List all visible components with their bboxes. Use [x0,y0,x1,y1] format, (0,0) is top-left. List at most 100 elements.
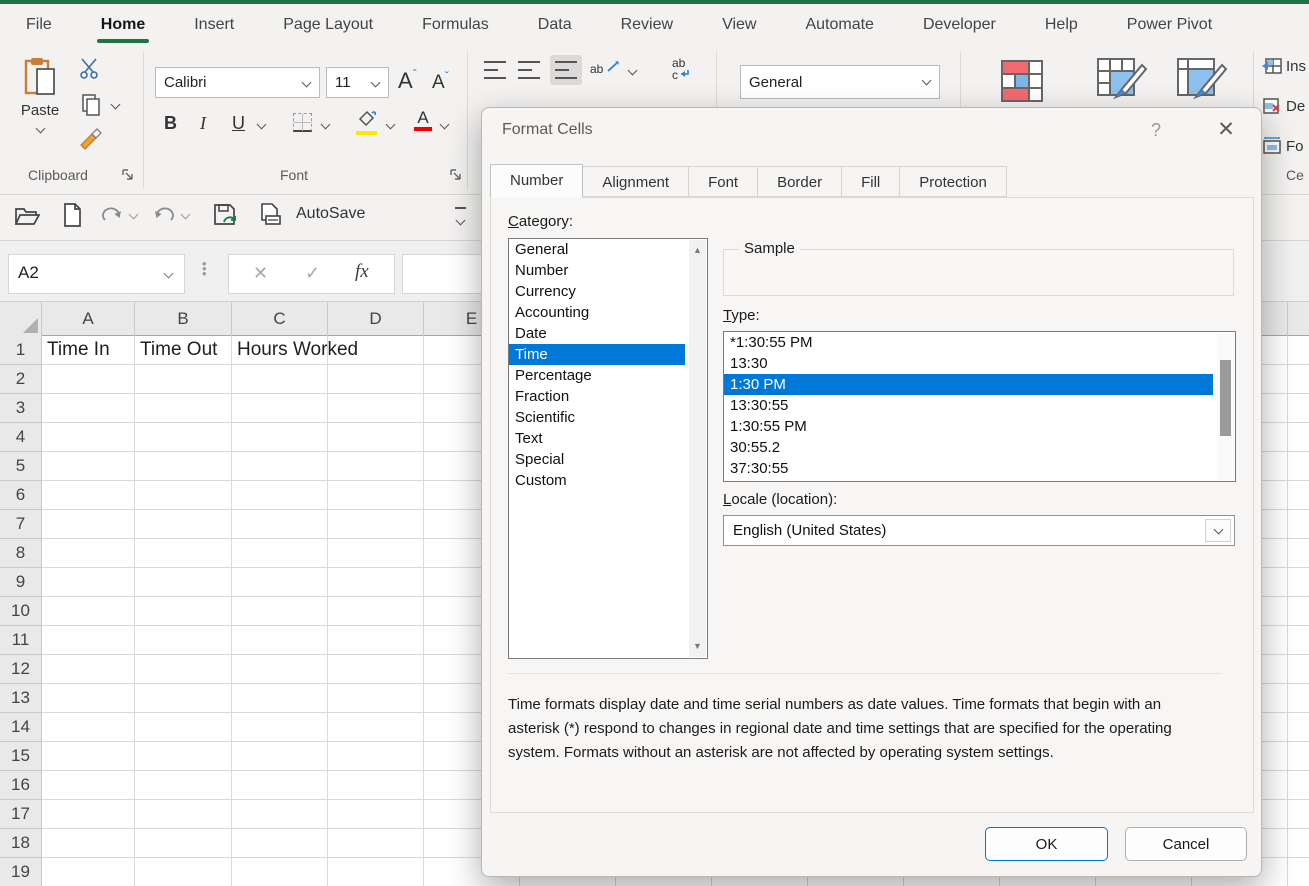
row-header-1[interactable]: 1 [0,336,42,365]
cell-D16[interactable] [328,771,424,800]
category-option-fraction[interactable]: Fraction [509,386,707,407]
category-option-percentage[interactable]: Percentage [509,365,707,386]
cell-D11[interactable] [328,626,424,655]
cell-B6[interactable] [135,481,232,510]
cell-B14[interactable] [135,713,232,742]
ribbon-tab-automate[interactable]: Automate [803,10,875,40]
cell-N4[interactable] [1288,423,1309,452]
category-option-accounting[interactable]: Accounting [509,302,707,323]
type-scrollbar[interactable] [1217,333,1234,480]
cell-B19[interactable] [135,858,232,886]
fill-color-button[interactable] [356,109,378,135]
row-header-3[interactable]: 3 [0,394,42,423]
cell-B3[interactable] [135,394,232,423]
cell-N7[interactable] [1288,510,1309,539]
font-dialog-launcher-icon[interactable] [450,169,462,181]
row-header-2[interactable]: 2 [0,365,42,394]
cell-D12[interactable] [328,655,424,684]
row-header-7[interactable]: 7 [0,510,42,539]
row-header-11[interactable]: 11 [0,626,42,655]
category-option-scientific[interactable]: Scientific [509,407,707,428]
row-header-4[interactable]: 4 [0,423,42,452]
italic-button[interactable]: I [200,113,206,134]
cell-D9[interactable] [328,568,424,597]
cell-A4[interactable] [42,423,135,452]
cell-B4[interactable] [135,423,232,452]
cell-A14[interactable] [42,713,135,742]
row-header-13[interactable]: 13 [0,684,42,713]
cell-D8[interactable] [328,539,424,568]
paste-dropdown-icon[interactable] [35,124,45,134]
undo-dropdown-icon[interactable] [181,210,191,220]
ribbon-tab-home[interactable]: Home [99,10,147,40]
cell-C5[interactable] [232,452,328,481]
name-box[interactable]: A2 [8,254,185,294]
row-header-10[interactable]: 10 [0,597,42,626]
column-header-C[interactable]: C [232,302,328,336]
cell-C8[interactable] [232,539,328,568]
cell-B1[interactable]: Time Out [135,336,232,365]
bold-button[interactable]: B [164,113,177,134]
cell-B8[interactable] [135,539,232,568]
ribbon-tab-power-pivot[interactable]: Power Pivot [1125,10,1214,40]
category-option-custom[interactable]: Custom [509,470,707,491]
cell-B13[interactable] [135,684,232,713]
cell-N17[interactable] [1288,800,1309,829]
cell-C14[interactable] [232,713,328,742]
orientation-button[interactable]: ab [590,59,622,78]
conditional-formatting-icon[interactable] [998,57,1046,105]
cell-A2[interactable] [42,365,135,394]
cell-A17[interactable] [42,800,135,829]
cell-A10[interactable] [42,597,135,626]
fill-color-dropdown-icon[interactable] [386,120,396,130]
row-header-12[interactable]: 12 [0,655,42,684]
type-option-2[interactable]: 1:30 PM [724,374,1213,395]
column-header-N[interactable]: N [1288,302,1309,336]
column-header-B[interactable]: B [135,302,232,336]
cell-D6[interactable] [328,481,424,510]
select-all-button[interactable] [0,302,42,336]
category-option-currency[interactable]: Currency [509,281,707,302]
cell-D2[interactable] [328,365,424,394]
cell-B9[interactable] [135,568,232,597]
formula-bar-splitter[interactable]: ••• [202,261,207,276]
print-preview-icon[interactable] [258,202,282,233]
cell-A5[interactable] [42,452,135,481]
dialog-tab-font[interactable]: Font [688,166,758,197]
wrap-text-button[interactable]: ab c [672,57,690,81]
cell-N8[interactable] [1288,539,1309,568]
cell-A16[interactable] [42,771,135,800]
column-header-D[interactable]: D [328,302,424,336]
type-option-5[interactable]: 30:55.2 [724,437,1235,458]
format-as-table-icon[interactable] [1096,57,1148,105]
ok-button[interactable]: OK [985,827,1108,861]
cell-N6[interactable] [1288,481,1309,510]
cell-D13[interactable] [328,684,424,713]
enter-entry-icon[interactable]: ✓ [305,263,320,284]
cell-D19[interactable] [328,858,424,886]
cell-A3[interactable] [42,394,135,423]
type-option-0[interactable]: *1:30:55 PM [724,332,1235,353]
cell-D18[interactable] [328,829,424,858]
cell-D15[interactable] [328,742,424,771]
cell-C17[interactable] [232,800,328,829]
category-option-special[interactable]: Special [509,449,707,470]
cell-C1[interactable]: Hours Worked [232,336,328,365]
cell-B16[interactable] [135,771,232,800]
cell-C10[interactable] [232,597,328,626]
ribbon-tab-developer[interactable]: Developer [921,10,998,40]
cell-D1[interactable] [328,336,424,365]
borders-button[interactable] [293,113,312,132]
category-option-date[interactable]: Date [509,323,707,344]
type-option-6[interactable]: 37:30:55 [724,458,1235,479]
dialog-close-icon[interactable]: ✕ [1212,117,1240,142]
column-header-A[interactable]: A [42,302,135,336]
type-option-3[interactable]: 13:30:55 [724,395,1235,416]
undo-icon[interactable] [152,203,176,227]
cell-C4[interactable] [232,423,328,452]
cell-D10[interactable] [328,597,424,626]
cell-N18[interactable] [1288,829,1309,858]
cell-A12[interactable] [42,655,135,684]
cell-A1[interactable]: Time In [42,336,135,365]
cancel-entry-icon[interactable]: ✕ [253,263,268,284]
